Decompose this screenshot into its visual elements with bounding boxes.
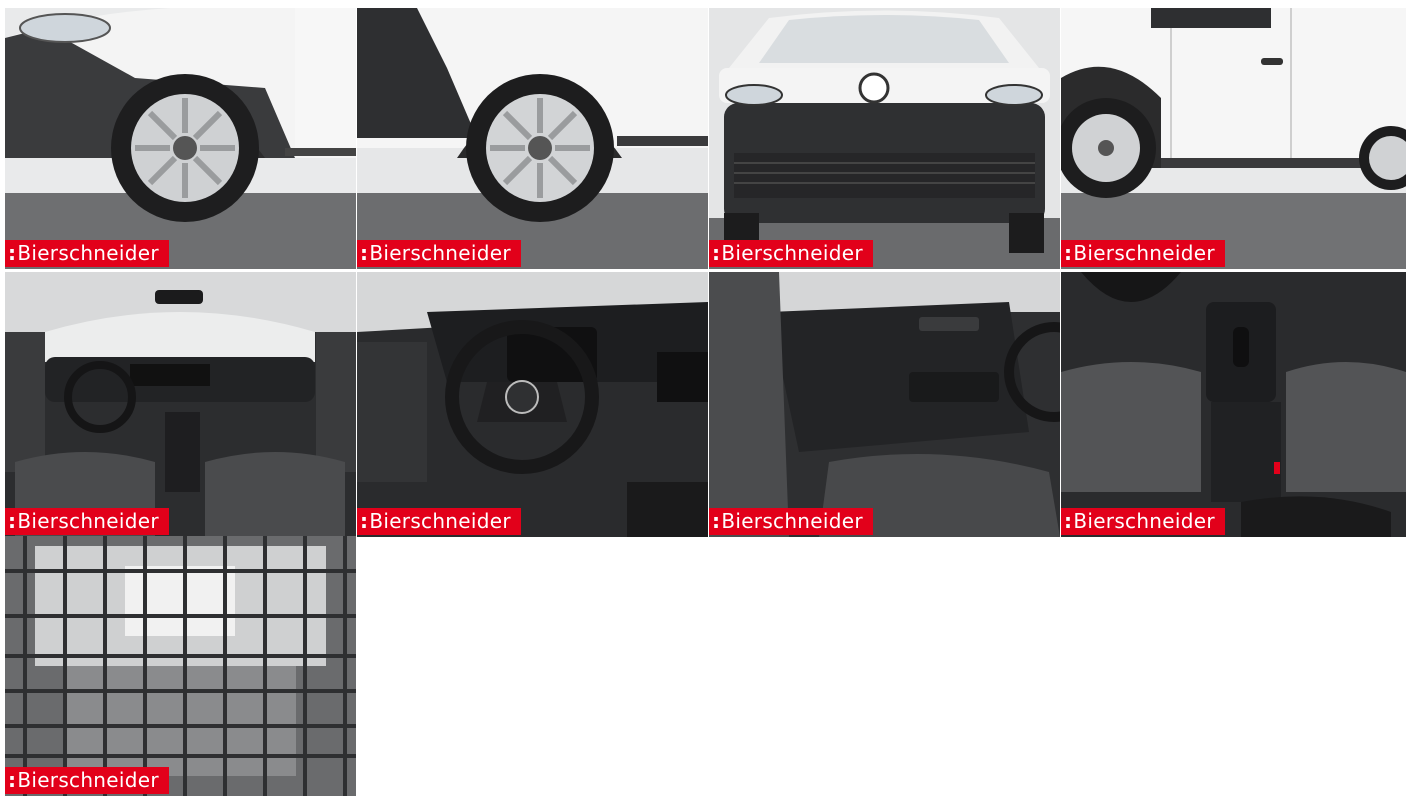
center-console-image (1061, 272, 1406, 537)
photo-rear-wheel[interactable]: :Bierschneider (357, 8, 708, 269)
watermark-badge: :Bierschneider (1061, 508, 1225, 535)
watermark-badge: :Bierschneider (357, 508, 521, 535)
watermark-badge: :Bierschneider (5, 767, 169, 794)
photo-driver-door[interactable]: :Bierschneider (709, 272, 1060, 537)
driver-door-image (709, 272, 1060, 537)
photo-cargo-grille[interactable]: :Bierschneider (5, 536, 356, 796)
photo-center-console[interactable]: :Bierschneider (1061, 272, 1406, 537)
rear-wheel-image (357, 8, 708, 269)
photo-front-wheel[interactable]: :Bierschneider (5, 8, 356, 269)
photo-cockpit-overview[interactable]: :Bierschneider (5, 272, 356, 537)
cockpit-overview-image (5, 272, 356, 537)
photo-side-view[interactable]: :Bierschneider (1061, 8, 1406, 269)
watermark-badge: :Bierschneider (5, 240, 169, 267)
front-view-image (709, 8, 1060, 269)
photo-front-view[interactable]: :Bierschneider (709, 8, 1060, 269)
watermark-badge: :Bierschneider (5, 508, 169, 535)
photo-gallery: :Bierschneider :Bierschneider:Bierschne… (5, 8, 1406, 796)
cargo-grille-image (5, 536, 356, 796)
watermark-badge: :Bierschneider (709, 240, 873, 267)
watermark-badge: :Bierschneider (1061, 240, 1225, 267)
front-wheel-image (5, 8, 356, 269)
photo-steering-wheel[interactable]: :Bierschneider (357, 272, 708, 537)
watermark-badge: :Bierschneider (709, 508, 873, 535)
steering-wheel-image (357, 272, 708, 537)
side-view-image (1061, 8, 1406, 269)
watermark-badge: :Bierschneider (357, 240, 521, 267)
